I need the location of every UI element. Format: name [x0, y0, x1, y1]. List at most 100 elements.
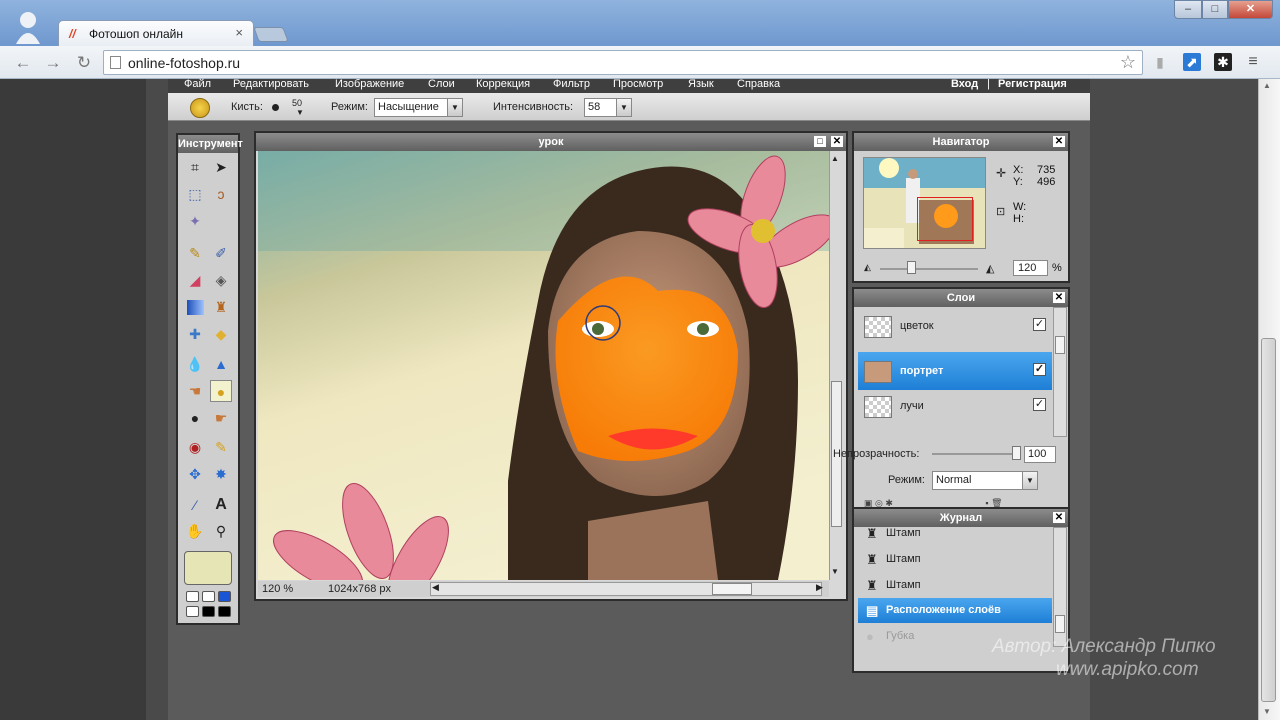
layer-mode-select[interactable]: Normal ▼: [932, 471, 1038, 490]
history-scroll-thumb[interactable]: [1055, 615, 1065, 633]
menu-layers[interactable]: Слои: [428, 78, 455, 90]
color-replace-tool-icon[interactable]: ✎: [210, 436, 232, 458]
browser-tab[interactable]: // Фотошоп онлайн ×: [58, 20, 254, 47]
close-window-button[interactable]: ✕: [1228, 0, 1273, 19]
layers-scroll-thumb[interactable]: [1055, 336, 1065, 354]
marquee-tool-icon[interactable]: ⬚: [184, 183, 206, 205]
opacity-input[interactable]: 100: [1024, 446, 1056, 463]
red-eye-tool-icon[interactable]: ◉: [184, 436, 206, 458]
layer-visibility-checkbox[interactable]: ✓: [1033, 318, 1046, 331]
scroll-right-icon[interactable]: ▶: [816, 582, 823, 593]
gradient-tool-icon[interactable]: [187, 300, 204, 315]
pinch-tool-icon[interactable]: ✥: [184, 463, 206, 485]
color-swatch[interactable]: [186, 591, 199, 602]
brush-tool-icon[interactable]: ✐: [210, 242, 232, 264]
bookmark-star-icon[interactable]: ☆: [1120, 52, 1136, 73]
zoom-input[interactable]: 120: [1013, 260, 1048, 276]
shape-tool-icon[interactable]: ◆: [210, 323, 232, 345]
zoom-slider-track[interactable]: [880, 268, 978, 270]
user-profile-icon[interactable]: [14, 10, 42, 44]
menu-view[interactable]: Просмотр: [613, 78, 663, 90]
login-link[interactable]: Вход: [951, 78, 978, 90]
menu-file[interactable]: Файл: [184, 78, 211, 90]
back-arrow-icon[interactable]: ←: [12, 52, 34, 74]
address-bar[interactable]: online-fotoshop.ru ☆: [103, 50, 1143, 75]
color-swatch[interactable]: [186, 606, 199, 617]
close-icon[interactable]: ✕: [1053, 292, 1065, 303]
clone-stamp-tool-icon[interactable]: ♜: [210, 296, 232, 318]
menu-edit[interactable]: Редактировать: [233, 78, 309, 90]
maximize-icon[interactable]: □: [814, 136, 826, 147]
opacity-slider-thumb[interactable]: [1012, 446, 1021, 460]
intensity-select[interactable]: 58 ▼: [584, 98, 632, 117]
opacity-slider-track[interactable]: [932, 453, 1018, 455]
new-tab-button[interactable]: [253, 27, 289, 42]
close-icon[interactable]: ✕: [831, 136, 843, 147]
menu-language[interactable]: Язык: [688, 78, 714, 90]
maximize-button[interactable]: □: [1202, 0, 1228, 19]
page-scroll-thumb[interactable]: [1261, 338, 1276, 702]
healing-tool-icon[interactable]: ✚: [184, 323, 206, 345]
scroll-down-icon[interactable]: ▼: [1263, 707, 1271, 716]
close-icon[interactable]: ✕: [1053, 136, 1065, 147]
blur-tool-icon[interactable]: 💧: [184, 353, 206, 375]
menu-filter[interactable]: Фильтр: [553, 78, 590, 90]
history-item[interactable]: ♜ Штамп: [858, 547, 1052, 572]
color-swatch[interactable]: [218, 591, 231, 602]
scroll-down-icon[interactable]: ▼: [831, 567, 839, 576]
color-swatch[interactable]: [218, 606, 231, 617]
zoom-out-icon[interactable]: ◭: [864, 262, 871, 273]
layer-row-selected[interactable]: портрет ✓: [858, 352, 1052, 390]
register-link[interactable]: Регистрация: [998, 78, 1067, 90]
menu-image[interactable]: Изображение: [335, 78, 404, 90]
layer-row[interactable]: цветок ✓: [858, 307, 1052, 345]
eraser-tool-icon[interactable]: ◢: [184, 269, 206, 291]
scroll-up-icon[interactable]: ▲: [1263, 81, 1271, 90]
scroll-up-icon[interactable]: ▲: [831, 154, 839, 163]
wrench-menu-icon[interactable]: ≡: [1244, 53, 1262, 71]
zoom-tool-icon[interactable]: ⚲: [210, 520, 232, 542]
history-item[interactable]: ♜ Штамп: [858, 521, 1052, 546]
canvas-horizontal-scrollbar[interactable]: [430, 582, 822, 596]
bucket-tool-icon[interactable]: ◈: [210, 269, 232, 291]
sponge-tool-icon[interactable]: [190, 98, 210, 118]
foreground-color-swatch[interactable]: [184, 551, 232, 585]
zoom-in-icon[interactable]: ◭: [986, 262, 994, 275]
history-item-selected[interactable]: ▤ Расположение слоёв: [858, 598, 1052, 623]
tab-close-icon[interactable]: ×: [235, 25, 243, 40]
layer-row[interactable]: лучи ✓: [858, 387, 1052, 425]
type-tool-icon[interactable]: A: [210, 494, 232, 516]
sponge-tool-selected-icon[interactable]: ●: [210, 380, 232, 402]
menu-adjust[interactable]: Коррекция: [476, 78, 530, 90]
minimize-button[interactable]: –: [1174, 0, 1202, 19]
smudge-tool-icon[interactable]: ☚: [184, 380, 206, 402]
dodge-tool-icon[interactable]: ●: [184, 407, 206, 429]
color-swatch[interactable]: [202, 591, 215, 602]
canvas-hscroll-thumb[interactable]: [712, 583, 752, 595]
hand-tool-icon[interactable]: ✋: [184, 520, 206, 542]
bloat-tool-icon[interactable]: ✸: [210, 463, 232, 485]
sharpen-tool-icon[interactable]: ▲: [210, 353, 232, 375]
brush-dropdown-icon[interactable]: ▼: [296, 108, 304, 117]
color-swatch[interactable]: [202, 606, 215, 617]
close-icon[interactable]: ✕: [1053, 512, 1065, 523]
pencil-tool-icon[interactable]: ✎: [184, 242, 206, 264]
layers-scrollbar[interactable]: [1053, 307, 1067, 437]
scroll-left-icon[interactable]: ◀: [432, 582, 439, 593]
signal-extension-icon[interactable]: ▮: [1151, 53, 1169, 71]
burn-tool-icon[interactable]: ☛: [210, 407, 232, 429]
navigator-view-rect[interactable]: [917, 197, 973, 241]
eyedropper-tool-icon[interactable]: ⁄: [184, 494, 206, 516]
layer-visibility-checkbox[interactable]: ✓: [1033, 398, 1046, 411]
asterisk-extension-icon[interactable]: ✱: [1214, 53, 1232, 71]
lasso-tool-icon[interactable]: ↄ: [210, 183, 232, 205]
layer-visibility-checkbox[interactable]: ✓: [1033, 363, 1046, 376]
forward-arrow-icon[interactable]: →: [42, 52, 64, 74]
image-canvas[interactable]: [258, 151, 829, 580]
crop-tool-icon[interactable]: ⌗: [184, 156, 206, 178]
reload-icon[interactable]: ↻: [73, 52, 95, 74]
history-item[interactable]: ♜ Штамп: [858, 573, 1052, 598]
brush-preview-icon[interactable]: [272, 104, 279, 111]
magic-wand-tool-icon[interactable]: ✦: [184, 210, 206, 232]
menu-help[interactable]: Справка: [737, 78, 780, 90]
